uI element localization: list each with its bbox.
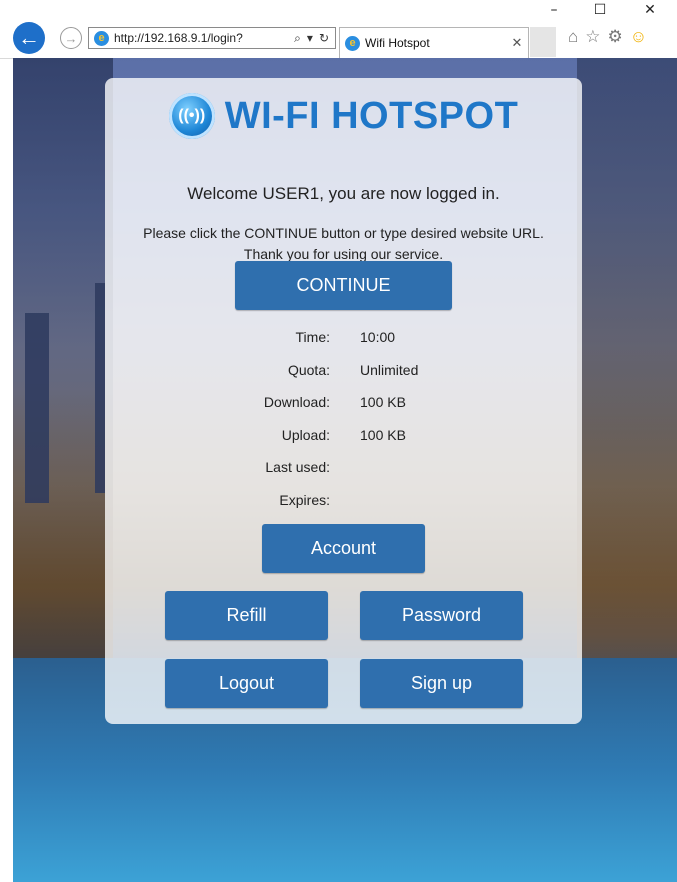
- stat-label: Expires:: [279, 492, 330, 508]
- minimize-button[interactable]: –: [540, 2, 568, 18]
- tab-title: Wifi Hotspot: [365, 36, 430, 50]
- stat-row-time: Time: 10:00: [105, 329, 582, 349]
- stat-value: 10:00: [360, 329, 396, 345]
- stat-value: 100 KB: [360, 427, 406, 443]
- toolbar-icons: ⌂ ☆ ⚙ ☺: [568, 27, 647, 47]
- ie-icon: e: [94, 30, 109, 46]
- close-window-button[interactable]: ✕: [636, 2, 664, 18]
- stat-row-expires: Expires:: [105, 492, 582, 512]
- welcome-message: Welcome USER1, you are now logged in.: [187, 184, 500, 203]
- stat-label: Quota:: [287, 362, 330, 378]
- continue-button[interactable]: CONTINUE: [235, 261, 452, 310]
- browser-chrome: – ☐ ✕ ← → e http://192.168.9.1/login? ⌕ …: [0, 0, 677, 59]
- smiley-icon[interactable]: ☺: [630, 27, 647, 47]
- instruction-line: Please click the CONTINUE button or type…: [143, 225, 544, 241]
- refill-button[interactable]: Refill: [165, 591, 328, 640]
- background-building: [25, 313, 49, 503]
- stat-row-download: Download: 100 KB: [105, 394, 582, 414]
- stat-value: Unlimited: [360, 362, 419, 378]
- background-building: [95, 283, 105, 493]
- stat-value: 100 KB: [360, 394, 406, 410]
- stat-row-upload: Upload: 100 KB: [105, 427, 582, 447]
- back-icon[interactable]: ←: [13, 22, 45, 54]
- page-viewport: ((•)) WI-FI HOTSPOT Welcome USER1, you a…: [13, 58, 677, 882]
- refresh-icon[interactable]: ↻: [319, 31, 329, 46]
- favorites-star-icon[interactable]: ☆: [585, 27, 600, 47]
- tab-ie-icon: e: [345, 35, 360, 51]
- logout-button[interactable]: Logout: [165, 659, 328, 708]
- password-button[interactable]: Password: [360, 591, 523, 640]
- address-bar[interactable]: e http://192.168.9.1/login? ⌕ ▾ ↻: [88, 27, 336, 49]
- stat-row-last-used: Last used:: [105, 459, 582, 479]
- stat-label: Download:: [263, 394, 330, 410]
- settings-gear-icon[interactable]: ⚙: [608, 27, 623, 47]
- login-status-card: ((•)) WI-FI HOTSPOT Welcome USER1, you a…: [105, 78, 582, 724]
- account-button[interactable]: Account: [262, 524, 425, 573]
- hotspot-logo: ((•)) WI-FI HOTSPOT: [105, 88, 582, 144]
- forward-icon[interactable]: →: [60, 27, 82, 49]
- instruction-text: Please click the CONTINUE button or type…: [105, 223, 582, 265]
- signup-button[interactable]: Sign up: [360, 659, 523, 708]
- wifi-icon: ((•)): [168, 93, 215, 139]
- browser-tab[interactable]: e Wifi Hotspot ✕: [339, 27, 529, 58]
- tab-close-icon[interactable]: ✕: [506, 35, 528, 51]
- dropdown-icon[interactable]: ▾: [307, 31, 313, 46]
- stat-label: Upload:: [281, 427, 330, 443]
- stat-label: Time:: [295, 329, 330, 345]
- home-icon[interactable]: ⌂: [568, 27, 578, 47]
- logo-text: WI-FI HOTSPOT: [224, 94, 519, 137]
- search-icon[interactable]: ⌕: [294, 31, 301, 46]
- stat-row-quota: Quota: Unlimited: [105, 362, 582, 382]
- maximize-button[interactable]: ☐: [586, 2, 614, 18]
- stat-label: Last used:: [265, 459, 330, 475]
- address-url[interactable]: http://192.168.9.1/login?: [114, 31, 294, 45]
- new-tab-button[interactable]: [530, 27, 556, 57]
